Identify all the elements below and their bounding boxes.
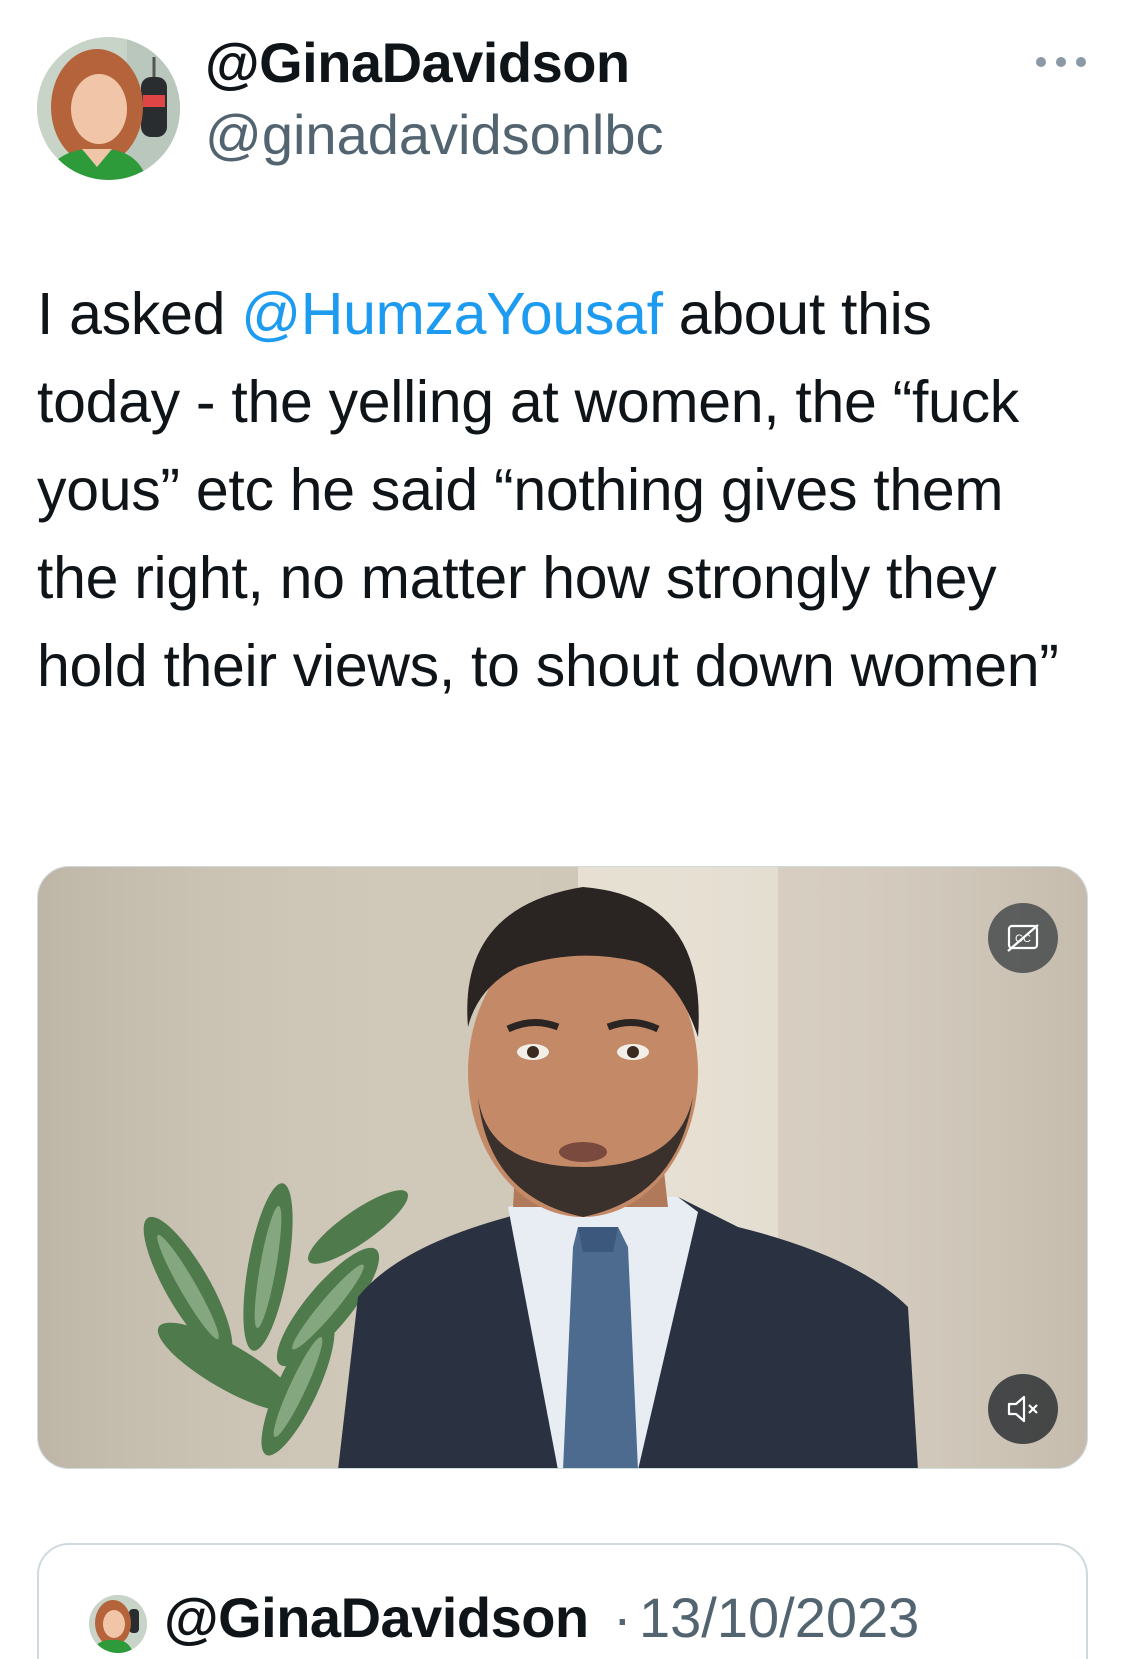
- mention-link[interactable]: @HumzaYousaf: [241, 281, 663, 347]
- quoted-author-avatar: [89, 1595, 147, 1653]
- video-frame: [38, 867, 1087, 1468]
- more-dot-icon: [1056, 57, 1066, 67]
- quoted-tweet-date: 13/10/2023: [639, 1586, 920, 1649]
- avatar-image: [37, 37, 180, 180]
- quoted-tweet-card[interactable]: @GinaDavidson · 13/10/2023: [37, 1543, 1088, 1659]
- more-dot-icon: [1036, 57, 1046, 67]
- video-player[interactable]: CC: [37, 866, 1088, 1469]
- tweet-page: @GinaDavidson @ginadavidsonlbc I asked @…: [0, 0, 1125, 1659]
- captions-off-icon: CC: [1007, 924, 1039, 952]
- captions-button[interactable]: CC: [988, 903, 1058, 973]
- more-dot-icon: [1076, 57, 1086, 67]
- tweet-text: I asked @HumzaYousaf about this today - …: [37, 270, 1087, 710]
- more-options-button[interactable]: [1036, 50, 1086, 74]
- volume-muted-icon: [1007, 1395, 1038, 1423]
- tweet-text-before: I asked: [37, 281, 242, 347]
- author-avatar[interactable]: [37, 37, 180, 180]
- author-display-name[interactable]: @GinaDavidson: [205, 30, 630, 95]
- mute-button[interactable]: [988, 1374, 1058, 1444]
- quoted-author-name: @GinaDavidson: [164, 1586, 589, 1649]
- author-handle[interactable]: @ginadavidsonlbc: [205, 102, 663, 167]
- quoted-separator: ·: [613, 1586, 632, 1649]
- quoted-avatar-image: [89, 1595, 147, 1653]
